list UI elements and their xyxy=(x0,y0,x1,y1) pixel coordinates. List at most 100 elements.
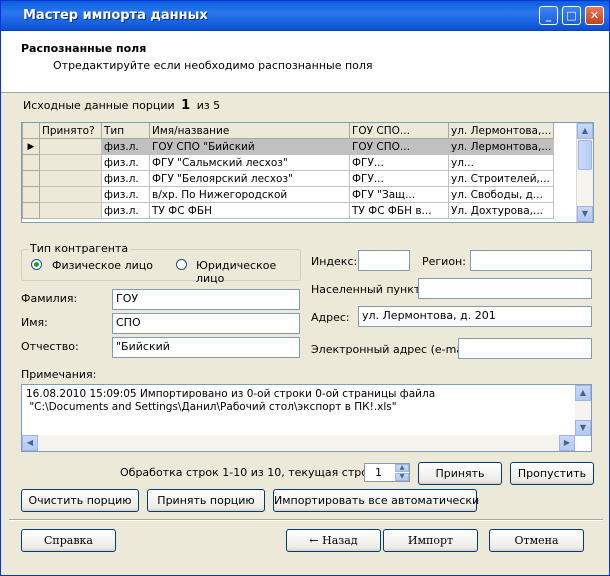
column-header-accepted[interactable]: Принято? xyxy=(39,123,102,139)
notes-vertical-scrollbar[interactable]: ▲ ▼ xyxy=(575,385,591,436)
portion-total: из 5 xyxy=(196,99,221,112)
locality-label: Населенный пункт: xyxy=(311,283,424,296)
legal-person-radio[interactable] xyxy=(176,259,187,270)
lastname-field[interactable]: ГОУ xyxy=(112,289,300,310)
notes-textarea[interactable]: 16.08.2010 15:09:05 Импортировано из 0-о… xyxy=(21,384,592,452)
index-field[interactable] xyxy=(358,250,410,271)
address-cell[interactable]: ул. Свободы, д... xyxy=(447,186,555,203)
lastname-label: Фамилия: xyxy=(21,292,78,305)
spin-up-icon[interactable]: ▲ xyxy=(395,464,409,472)
title-bar[interactable]: Мастер импорта данных _ □ ✕ xyxy=(1,1,609,31)
table-row[interactable]: физ.л. ФГУ "Белоярский лесхоз" ФГУ... ул… xyxy=(22,170,555,187)
address-label: Адрес: xyxy=(311,311,350,324)
footer-separator xyxy=(9,519,603,521)
header-subtitle: Отредактируйте если необходимо распознан… xyxy=(53,59,373,72)
scroll-left-icon[interactable]: ◀ xyxy=(22,435,38,451)
data-grid[interactable]: Принято? Тип Имя/название ГОУ СПО... ул.… xyxy=(21,122,594,223)
locality-field[interactable] xyxy=(418,278,592,299)
import-all-button[interactable]: Импортировать все автоматически xyxy=(273,489,479,512)
import-button[interactable]: Импорт xyxy=(383,529,478,552)
address-cell[interactable]: ул. Лермонтова,... xyxy=(447,138,555,155)
scroll-down-icon[interactable]: ▼ xyxy=(575,420,591,436)
type-cell[interactable]: физ.л. xyxy=(101,186,150,203)
column-header-address[interactable]: ул. Лермонтова,... xyxy=(447,123,555,139)
scroll-down-icon[interactable]: ▼ xyxy=(577,206,593,222)
notes-label: Примечания: xyxy=(21,368,97,381)
wizard-header: Распознанные поля Отредактируйте если не… xyxy=(1,31,609,93)
table-row[interactable]: физ.л. ФГУ "Сальмский лесхоз" ФГУ... ул.… xyxy=(22,154,555,171)
name-cell[interactable]: ГОУ СПО "Бийский xyxy=(149,138,350,155)
column-header-type[interactable]: Тип xyxy=(101,123,150,139)
back-button[interactable]: ← Назад xyxy=(286,529,381,552)
column-header-name[interactable]: Имя/название xyxy=(149,123,350,139)
org-cell[interactable]: ФГУ... xyxy=(349,170,449,187)
notes-text[interactable]: 16.08.2010 15:09:05 Импортировано из 0-о… xyxy=(26,388,435,414)
physical-person-radio[interactable] xyxy=(31,259,42,270)
address-cell[interactable]: ул. Строителей,... xyxy=(447,170,555,187)
spin-down-icon[interactable]: ▼ xyxy=(395,473,409,481)
org-cell[interactable]: ГОУ СПО... xyxy=(349,138,449,155)
middlename-field[interactable]: "Бийский xyxy=(112,337,300,358)
grid-vertical-scrollbar[interactable]: ▲ ▼ xyxy=(576,123,593,222)
name-cell[interactable]: в/хр. По Нижегородской xyxy=(149,186,350,203)
physical-person-label[interactable]: Физическое лицо xyxy=(52,259,153,272)
email-field[interactable] xyxy=(458,338,592,359)
accept-portion-button[interactable]: Принять порцию xyxy=(147,489,265,512)
firstname-label: Имя: xyxy=(21,316,48,329)
scroll-up-icon[interactable]: ▲ xyxy=(577,123,593,139)
org-cell[interactable]: ТУ ФС ФБН в... xyxy=(349,202,449,219)
scroll-thumb[interactable] xyxy=(578,140,592,170)
accepted-checkbox-cell[interactable] xyxy=(39,202,102,219)
name-cell[interactable]: ФГУ "Белоярский лесхоз" xyxy=(149,170,350,187)
table-row[interactable]: физ.л. ТУ ФС ФБН ТУ ФС ФБН в... Ул. Дохт… xyxy=(22,202,555,219)
index-label: Индекс: xyxy=(311,255,358,268)
firstname-field[interactable]: СПО xyxy=(112,313,300,334)
accept-button[interactable]: Принять xyxy=(418,462,502,485)
org-cell[interactable]: ФГУ... xyxy=(349,154,449,171)
radio-selected-dot xyxy=(34,262,39,267)
legal-person-label[interactable]: Юридическое лицо xyxy=(196,259,300,285)
grid-header-row: Принято? Тип Имя/название ГОУ СПО... ул.… xyxy=(22,123,555,139)
accepted-checkbox-cell[interactable] xyxy=(39,186,102,203)
org-cell[interactable]: ФГУ "Защ... xyxy=(349,186,449,203)
notes-horizontal-scrollbar[interactable]: ◀ ▶ xyxy=(22,435,575,451)
accepted-checkbox-cell[interactable] xyxy=(39,154,102,171)
row-indicator xyxy=(22,186,40,203)
name-cell[interactable]: ТУ ФС ФБН xyxy=(149,202,350,219)
region-field[interactable] xyxy=(470,250,592,271)
address-field[interactable]: ул. Лермонтова, д. 201 xyxy=(358,306,592,327)
scroll-up-icon[interactable]: ▲ xyxy=(575,385,591,401)
table-row[interactable]: физ.л. в/хр. По Нижегородской ФГУ "Защ..… xyxy=(22,186,555,203)
table-row[interactable]: ▶ физ.л. ГОУ СПО "Бийский ГОУ СПО... ул.… xyxy=(22,138,555,155)
accepted-checkbox-cell[interactable] xyxy=(39,170,102,187)
row-indicator xyxy=(22,154,40,171)
clear-portion-button[interactable]: Очистить порцию xyxy=(21,489,139,512)
middlename-label: Отчество: xyxy=(21,340,79,353)
contractor-type-group: Тип контрагента Физическое лицо Юридичес… xyxy=(21,242,301,285)
accepted-checkbox-cell[interactable] xyxy=(39,138,102,155)
current-row-value[interactable]: 1 xyxy=(375,466,382,479)
address-cell[interactable]: Ул. Дохтурова,... xyxy=(447,202,555,219)
type-cell[interactable]: физ.л. xyxy=(101,202,150,219)
type-cell[interactable]: физ.л. xyxy=(101,170,150,187)
portion-indicator: Исходные данные порции 1 из 5 xyxy=(23,98,220,113)
help-button[interactable]: Справка xyxy=(21,529,116,552)
region-label: Регион: xyxy=(422,255,466,268)
minimize-button[interactable]: _ xyxy=(539,6,558,25)
type-cell[interactable]: физ.л. xyxy=(101,138,150,155)
current-row-stepper[interactable]: 1 ▲ ▼ xyxy=(364,463,410,482)
close-button[interactable]: ✕ xyxy=(585,6,604,25)
skip-button[interactable]: Пропустить xyxy=(510,462,594,485)
portion-prefix: Исходные данные порции xyxy=(23,99,175,112)
header-title: Распознанные поля xyxy=(21,42,147,55)
scroll-right-icon[interactable]: ▶ xyxy=(559,435,575,451)
row-indicator xyxy=(22,202,40,219)
address-cell[interactable]: ул... xyxy=(447,154,555,171)
portion-current: 1 xyxy=(181,98,191,113)
column-header-org[interactable]: ГОУ СПО... xyxy=(349,123,449,139)
cancel-button[interactable]: Отмена xyxy=(489,529,584,552)
email-label: Электронный адрес (e-mail): xyxy=(311,343,478,356)
name-cell[interactable]: ФГУ "Сальмский лесхоз" xyxy=(149,154,350,171)
type-cell[interactable]: физ.л. xyxy=(101,154,150,171)
maximize-button[interactable]: □ xyxy=(562,6,581,25)
